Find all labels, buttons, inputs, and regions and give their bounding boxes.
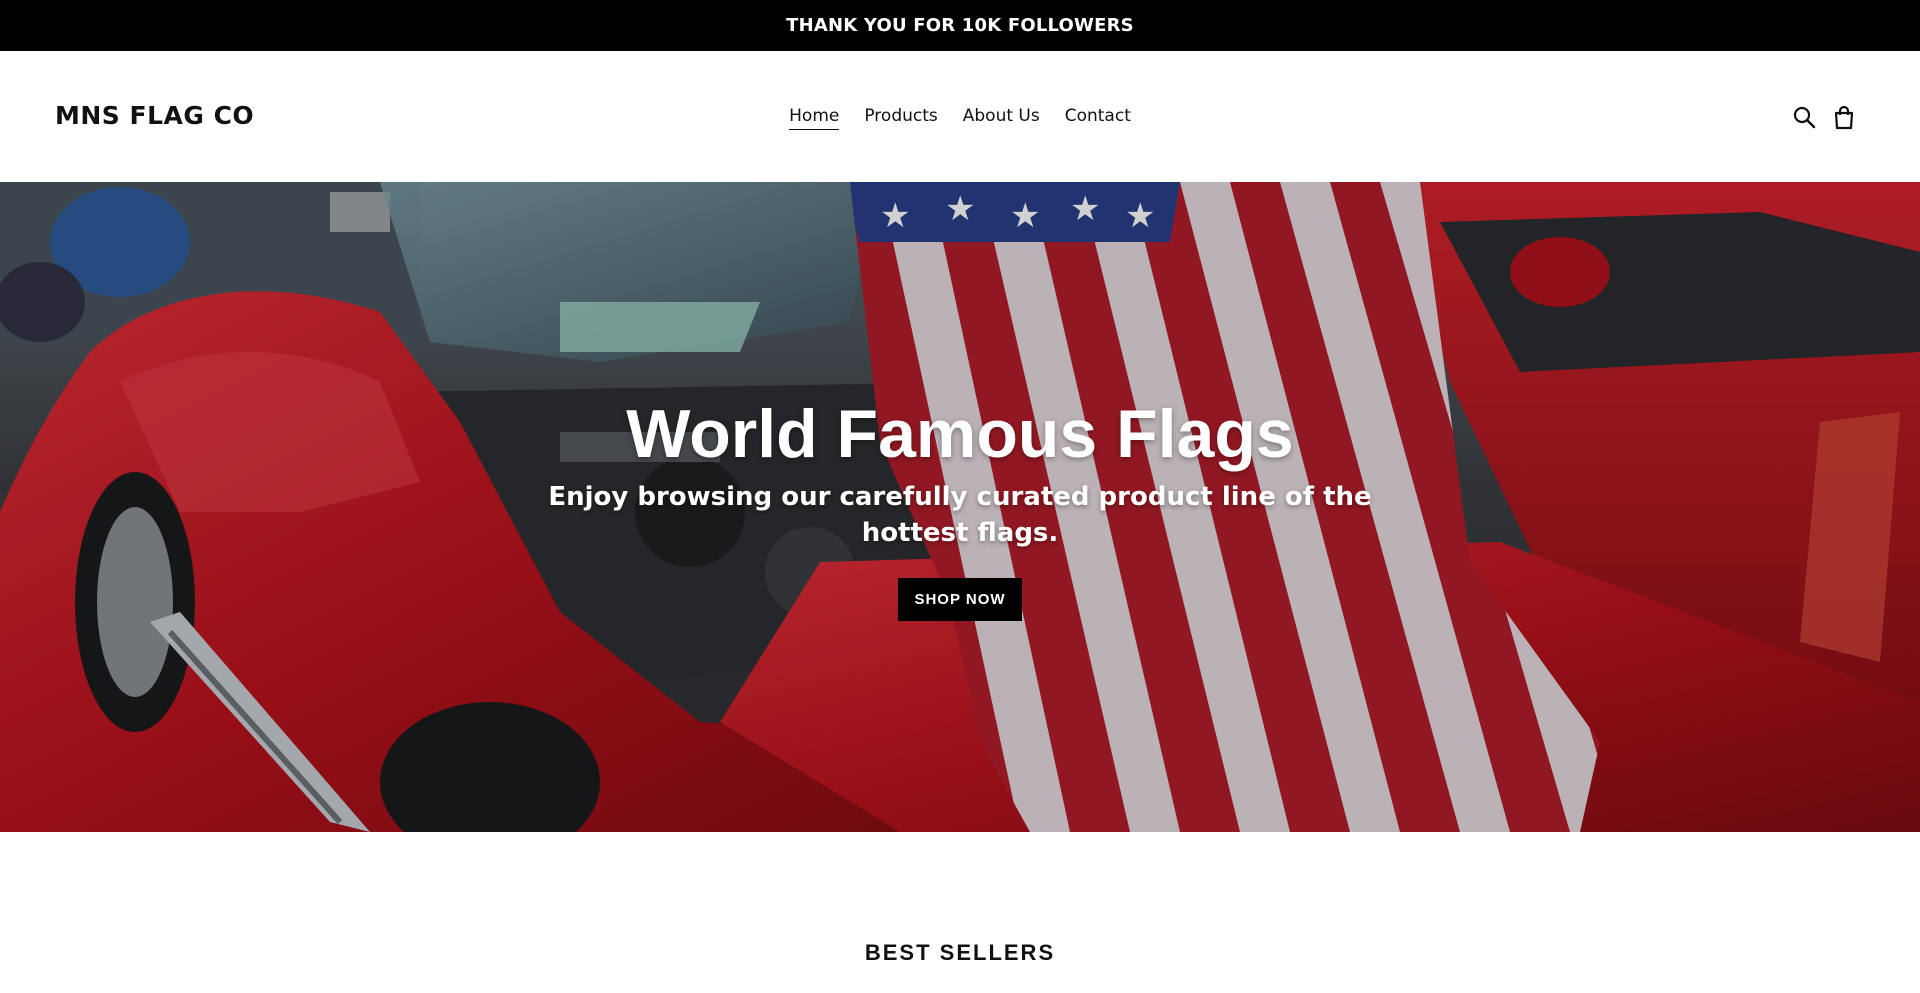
nav-link-products[interactable]: Products — [864, 106, 937, 130]
cart-button[interactable] — [1831, 104, 1857, 132]
announcement-text: THANK YOU FOR 10K FOLLOWERS — [786, 15, 1134, 36]
hero-banner: ★ ★ ★ ★ ★ World Famous Flags Enjoy brows… — [0, 182, 1920, 832]
search-icon — [1793, 106, 1816, 129]
nav-link-home[interactable]: Home — [789, 106, 840, 130]
nav-link-about-us[interactable]: About Us — [963, 106, 1040, 130]
hero-subtitle: Enjoy browsing our carefully curated pro… — [548, 482, 1372, 548]
main-nav: Home Products About Us Contact — [0, 106, 1920, 130]
site-header: MNS FLAG CO Home Products About Us Conta… — [0, 51, 1920, 182]
search-button[interactable] — [1791, 104, 1817, 132]
shopping-bag-icon — [1834, 105, 1854, 130]
nav-link-contact[interactable]: Contact — [1065, 106, 1131, 130]
announcement-bar: THANK YOU FOR 10K FOLLOWERS — [0, 0, 1920, 51]
best-sellers-heading: BEST SELLERS — [864, 940, 1056, 965]
hero-title: World Famous Flags — [626, 396, 1294, 472]
shop-now-button[interactable]: SHOP NOW — [898, 578, 1022, 621]
